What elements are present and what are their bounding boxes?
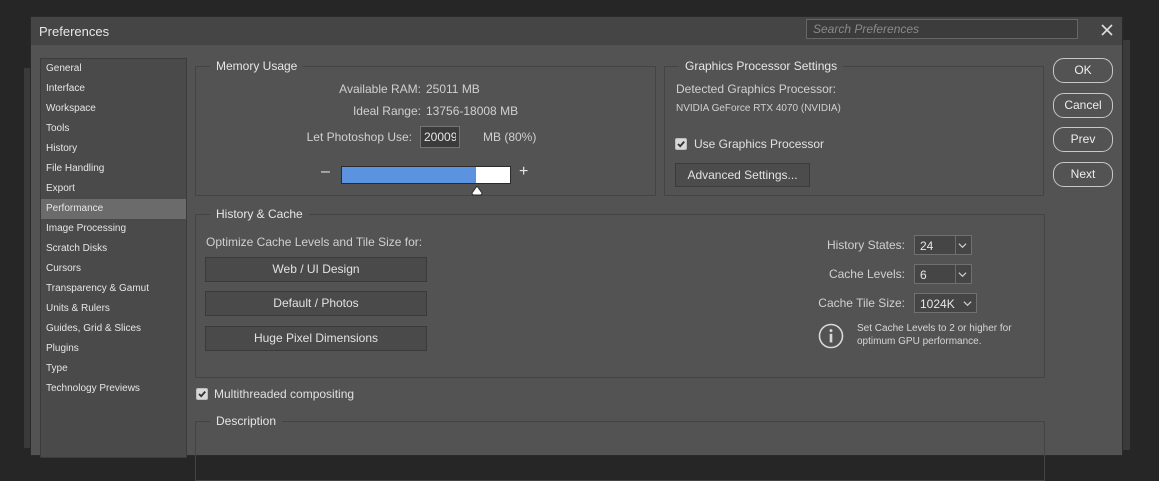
prev-button[interactable]: Prev: [1053, 127, 1113, 152]
history-cache-group: History & Cache Optimize Cache Levels an…: [195, 206, 1045, 378]
gpu-cache-hint-line-2: optimum GPU performance.: [857, 336, 982, 347]
use-gpu-label: Use Graphics Processor: [694, 137, 825, 151]
graphics-processor-group: Graphics Processor Settings Detected Gra…: [664, 58, 1044, 196]
multithreaded-compositing-checkbox[interactable]: [196, 388, 208, 400]
sidebar-item-plugins[interactable]: Plugins: [41, 339, 186, 359]
ideal-range-label: Ideal Range:: [352, 104, 421, 118]
advanced-settings-button[interactable]: Advanced Settings...: [675, 163, 810, 187]
background-window-edge: [1122, 40, 1130, 450]
ram-slider[interactable]: [341, 166, 511, 184]
sidebar-item-guides-grid-slices[interactable]: Guides, Grid & Slices: [41, 319, 186, 339]
sidebar-item-performance[interactable]: Performance: [41, 199, 186, 219]
optimize-cache-label: Optimize Cache Levels and Tile Size for:: [206, 235, 423, 249]
sidebar-item-technology-previews[interactable]: Technology Previews: [41, 379, 186, 399]
info-icon: [818, 323, 844, 349]
cache-levels-value: 6: [920, 268, 927, 282]
preferences-dialog: Preferences General Interface Workspace …: [30, 16, 1123, 481]
sidebar-item-transparency-gamut[interactable]: Transparency & Gamut: [41, 279, 186, 299]
select-divider: [955, 236, 956, 254]
history-states-select[interactable]: 24: [914, 235, 972, 255]
history-cache-title: History & Cache: [210, 206, 309, 222]
select-divider: [955, 265, 956, 283]
cache-tile-size-select[interactable]: 1024K: [914, 293, 977, 313]
description-title: Description: [210, 413, 283, 429]
sidebar-item-units-rulers[interactable]: Units & Rulers: [41, 299, 186, 319]
use-gpu-checkbox[interactable]: [675, 138, 687, 150]
checkmark-icon: [198, 391, 206, 398]
chevron-down-icon: [963, 301, 972, 307]
history-states-value: 24: [920, 239, 934, 253]
detected-gpu-label: Detected Graphics Processor:: [676, 82, 837, 96]
sidebar-item-history[interactable]: History: [41, 139, 186, 159]
ram-percent-label: MB (80%): [483, 130, 537, 144]
preset-huge-pixel-dimensions-button[interactable]: Huge Pixel Dimensions: [205, 326, 427, 351]
search-preferences-input[interactable]: [806, 19, 1078, 39]
let-photoshop-use-label: Let Photoshop Use:: [306, 130, 412, 144]
preset-web-ui-design-button[interactable]: Web / UI Design: [205, 257, 427, 282]
sidebar-item-export[interactable]: Export: [41, 179, 186, 199]
cache-levels-select[interactable]: 6: [914, 264, 972, 284]
memory-usage-group: Memory Usage Available RAM: 25011 MB Ide…: [195, 58, 656, 196]
sidebar-item-workspace[interactable]: Workspace: [41, 99, 186, 119]
description-group: Description: [195, 413, 1045, 481]
ram-slider-thumb[interactable]: [471, 186, 483, 196]
next-button[interactable]: Next: [1053, 162, 1113, 187]
chevron-down-icon: [958, 272, 967, 278]
close-icon[interactable]: [1097, 20, 1117, 40]
chevron-down-icon: [958, 243, 967, 249]
preferences-sidebar: General Interface Workspace Tools Histor…: [40, 58, 187, 458]
ram-slider-fill: [342, 167, 476, 183]
ideal-range-value: 13756-18008 MB: [426, 104, 519, 118]
multithreaded-compositing-label: Multithreaded compositing: [214, 387, 355, 401]
checkmark-icon: [677, 141, 685, 148]
sidebar-item-general[interactable]: General: [41, 59, 186, 79]
dialog-title: Preferences: [39, 24, 110, 39]
sidebar-item-scratch-disks[interactable]: Scratch Disks: [41, 239, 186, 259]
memory-usage-title: Memory Usage: [210, 58, 304, 74]
title-bar: Preferences: [31, 17, 1122, 45]
decrease-ram-button[interactable]: –: [321, 163, 330, 181]
increase-ram-button[interactable]: +: [519, 163, 528, 181]
available-ram-label: Available RAM:: [339, 82, 421, 96]
cache-levels-label: Cache Levels:: [828, 267, 905, 281]
sidebar-item-type[interactable]: Type: [41, 359, 186, 379]
gpu-cache-hint-line-1: Set Cache Levels to 2 or higher for: [857, 323, 1012, 334]
cancel-button[interactable]: Cancel: [1053, 93, 1113, 118]
sidebar-item-file-handling[interactable]: File Handling: [41, 159, 186, 179]
detected-gpu-value: NVIDIA GeForce RTX 4070 (NVIDIA): [676, 103, 841, 114]
cache-tile-size-label: Cache Tile Size:: [818, 296, 905, 310]
available-ram-value: 25011 MB: [426, 82, 480, 96]
history-states-label: History States:: [826, 238, 905, 252]
sidebar-item-image-processing[interactable]: Image Processing: [41, 219, 186, 239]
sidebar-item-interface[interactable]: Interface: [41, 79, 186, 99]
graphics-processor-title: Graphics Processor Settings: [679, 58, 844, 74]
sidebar-item-cursors[interactable]: Cursors: [41, 259, 186, 279]
cache-tile-size-value: 1024K: [920, 297, 955, 311]
ram-amount-input[interactable]: [420, 126, 460, 148]
ok-button[interactable]: OK: [1053, 58, 1113, 83]
sidebar-item-tools[interactable]: Tools: [41, 119, 186, 139]
preset-default-photos-button[interactable]: Default / Photos: [205, 291, 427, 316]
